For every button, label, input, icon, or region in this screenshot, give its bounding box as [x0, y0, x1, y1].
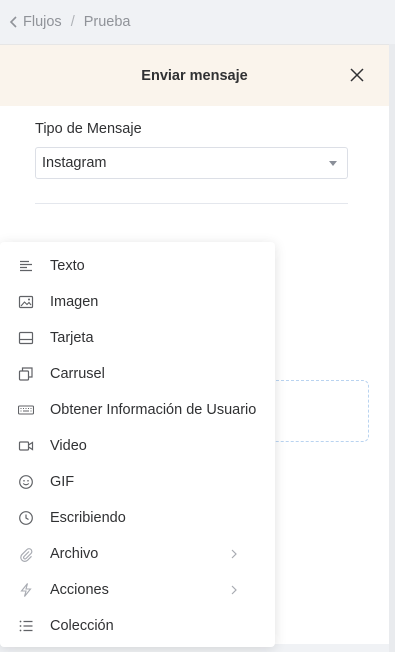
text-lines-icon — [18, 258, 34, 274]
smiley-icon — [18, 474, 34, 490]
breadcrumb-item-flujos[interactable]: Flujos — [23, 14, 62, 30]
menu-item-label: Texto — [50, 258, 85, 274]
menu-item-label: Carrusel — [50, 366, 105, 382]
scrollbar-track[interactable] — [389, 44, 395, 652]
clock-icon — [18, 510, 34, 526]
menu-item-label: Colección — [50, 618, 114, 634]
menu-item-archivo[interactable]: Archivo — [0, 536, 275, 572]
image-icon — [18, 294, 34, 310]
menu-item-label: Escribiendo — [50, 510, 126, 526]
menu-item-obtener-informacion[interactable]: Obtener Información de Usuario — [0, 392, 275, 428]
message-type-label: Tipo de Mensaje — [35, 121, 142, 137]
menu-item-label: Obtener Información de Usuario — [50, 402, 257, 418]
card-icon — [18, 330, 34, 346]
breadcrumb: Flujos / Prueba — [0, 0, 395, 44]
menu-item-video[interactable]: Video — [0, 428, 275, 464]
menu-item-label: GIF — [50, 474, 75, 490]
chevron-left-icon[interactable] — [8, 15, 20, 29]
menu-item-acciones[interactable]: Acciones — [0, 572, 275, 608]
divider — [35, 203, 348, 204]
chevron-right-icon — [231, 549, 237, 559]
breadcrumb-item-prueba[interactable]: Prueba — [84, 14, 131, 30]
breadcrumb-separator: / — [70, 14, 75, 30]
message-type-value: Instagram — [42, 155, 107, 171]
menu-item-tarjeta[interactable]: Tarjeta — [0, 320, 275, 356]
message-type-select[interactable]: Instagram — [35, 147, 348, 179]
menu-item-label: Tarjeta — [50, 330, 94, 346]
list-icon — [18, 618, 34, 634]
message-type-menu: Texto Imagen Tarjeta Carrusel Obtener In… — [0, 242, 275, 647]
keyboard-icon — [18, 402, 34, 418]
drawer-header: Enviar mensaje — [0, 45, 389, 106]
chevron-right-icon — [231, 585, 237, 595]
menu-item-coleccion[interactable]: Colección — [0, 608, 275, 644]
caret-down-icon — [329, 161, 337, 166]
menu-item-gif[interactable]: GIF — [0, 464, 275, 500]
menu-item-label: Imagen — [50, 294, 99, 310]
menu-item-label: Acciones — [50, 582, 109, 598]
menu-item-carrusel[interactable]: Carrusel — [0, 356, 275, 392]
menu-item-label: Archivo — [50, 546, 99, 562]
paperclip-icon — [18, 546, 34, 562]
close-icon[interactable] — [349, 67, 365, 83]
menu-item-escribiendo[interactable]: Escribiendo — [0, 500, 275, 536]
menu-item-label: Video — [50, 438, 87, 454]
page: Flujos / Prueba Enviar mensaje Tipo de M… — [0, 0, 395, 652]
menu-item-imagen[interactable]: Imagen — [0, 284, 275, 320]
drawer-title: Enviar mensaje — [141, 67, 248, 84]
video-camera-icon — [18, 438, 34, 454]
menu-item-texto[interactable]: Texto — [0, 248, 275, 284]
lightning-icon — [18, 582, 34, 598]
carousel-icon — [18, 366, 34, 382]
